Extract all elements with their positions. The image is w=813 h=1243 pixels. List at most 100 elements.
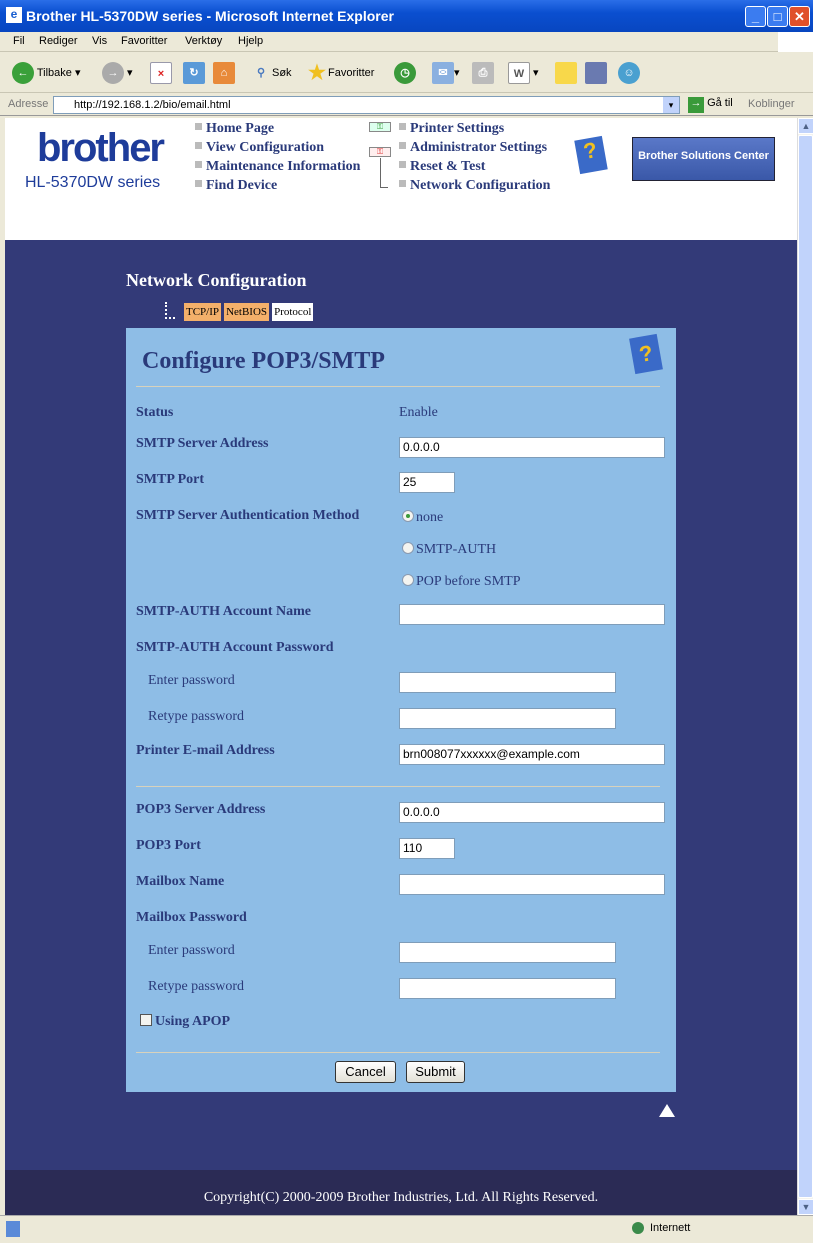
scroll-to-top-icon[interactable] — [659, 1104, 675, 1117]
help-icon[interactable]: ? — [574, 135, 608, 175]
menu-favoritter[interactable]: Favoritter — [121, 35, 167, 47]
radio-selected[interactable] — [402, 510, 414, 522]
email-label: Printer E-mail Address — [136, 743, 275, 758]
nav-printer-settings[interactable]: Printer Settings — [399, 121, 504, 137]
form-title: Configure POP3/SMTP — [142, 348, 385, 374]
minimize-button[interactable]: _ — [745, 6, 766, 27]
stop-icon: × — [150, 62, 172, 85]
home-button[interactable]: ⌂ — [213, 62, 235, 85]
nav-administrator-settings[interactable]: Administrator Settings — [399, 140, 547, 156]
radio[interactable] — [402, 542, 414, 554]
pop3-port-input[interactable]: 110 — [399, 838, 455, 859]
cancel-button[interactable]: Cancel — [335, 1061, 396, 1083]
research-button[interactable] — [585, 62, 607, 85]
go-arrow-icon: → — [688, 97, 704, 113]
address-label: Adresse — [8, 98, 49, 110]
apop-checkbox[interactable] — [140, 1014, 152, 1026]
go-button[interactable]: → Gå til — [688, 97, 733, 113]
model-name: HL-5370DW series — [25, 174, 161, 191]
scroll-up-button[interactable]: ▲ — [798, 118, 813, 134]
print-button[interactable]: ⎙ — [472, 62, 494, 85]
word-icon: W — [508, 62, 530, 85]
address-input[interactable]: http://192.168.1.2/bio/email.html ▾ — [53, 96, 680, 114]
divider — [136, 386, 660, 387]
nav-network-configuration[interactable]: Network Configuration — [399, 178, 550, 194]
solutions-center-banner[interactable]: Brother Solutions Center — [632, 137, 775, 181]
menu-bar: Fil Rediger Vis Favoritter Verktøy Hjelp — [0, 32, 813, 52]
mailbox-retype-password-input[interactable] — [399, 978, 616, 999]
printer-icon: ⎙ — [472, 62, 494, 85]
nav-view-configuration[interactable]: View Configuration — [195, 140, 324, 156]
smtp-server-label: SMTP Server Address — [136, 436, 269, 451]
scroll-down-button[interactable]: ▼ — [798, 1199, 813, 1215]
ie-icon: e — [6, 7, 22, 23]
pop3-server-input[interactable]: 0.0.0.0 — [399, 802, 665, 823]
messenger-icon: ☺ — [618, 62, 640, 85]
maximize-button[interactable]: □ — [767, 6, 788, 27]
globe-icon — [632, 1222, 644, 1234]
help-icon[interactable]: ? — [629, 333, 663, 375]
discuss-button[interactable] — [555, 62, 577, 85]
auth-retype-password-input[interactable] — [399, 708, 616, 729]
auth-radio-smtp-auth[interactable]: SMTP-AUTH — [402, 542, 496, 558]
title-bar: e Brother HL-5370DW series - Microsoft I… — [0, 0, 813, 32]
menu-rediger[interactable]: Rediger — [39, 35, 78, 47]
apop-checkbox-label[interactable]: Using APOP — [140, 1014, 230, 1030]
menu-vis[interactable]: Vis — [92, 35, 107, 47]
submit-button[interactable]: Submit — [406, 1061, 465, 1083]
nav-home-page[interactable]: Home Page — [195, 121, 274, 137]
messenger-button[interactable]: ☺ — [618, 62, 640, 85]
mailbox-enter-password-input[interactable] — [399, 942, 616, 963]
links-button[interactable]: Koblinger — [748, 98, 794, 110]
forward-button[interactable]: → ▾ — [102, 62, 133, 85]
copyright: Copyright(C) 2000-2009 Brother Industrie… — [203, 1190, 599, 1205]
smtp-port-input[interactable]: 25 — [399, 472, 455, 493]
mailbox-name-input[interactable] — [399, 874, 665, 895]
smtp-server-input[interactable]: 0.0.0.0 — [399, 437, 665, 458]
mail-button[interactable]: ✉ ▾ — [432, 62, 460, 85]
tab-tcpip[interactable]: TCP/IP — [184, 303, 222, 321]
star-icon: ★ — [308, 62, 326, 85]
nav-find-device[interactable]: Find Device — [195, 178, 277, 194]
auth-enter-password-input[interactable] — [399, 672, 616, 693]
stop-button[interactable]: × — [150, 62, 172, 85]
scroll-thumb[interactable] — [798, 135, 813, 1198]
tab-netbios[interactable]: NetBIOS — [224, 303, 270, 321]
edit-button[interactable]: W ▾ — [508, 62, 539, 85]
zone-label: Internett — [650, 1222, 691, 1234]
enter-password-label: Enter password — [148, 943, 235, 958]
nav-reset-test[interactable]: Reset & Test — [399, 159, 485, 175]
windows-logo-icon — [778, 32, 813, 52]
history-button[interactable]: ◷ — [394, 62, 416, 85]
smtp-port-label: SMTP Port — [136, 472, 205, 487]
auth-account-label: SMTP-AUTH Account Name — [136, 604, 311, 619]
footer: Copyright(C) 2000-2009 Brother Industrie… — [5, 1170, 797, 1215]
menu-hjelp[interactable]: Hjelp — [238, 35, 263, 47]
close-button[interactable]: ✕ — [789, 6, 810, 27]
auth-radio-pop-before-smtp[interactable]: POP before SMTP — [402, 574, 521, 590]
brother-logo: brother — [37, 126, 165, 170]
pop3-server-label: POP3 Server Address — [136, 802, 266, 817]
radio[interactable] — [402, 574, 414, 586]
menu-verktoy[interactable]: Verktøy — [185, 35, 222, 47]
back-button[interactable]: ← Tilbake ▾ — [12, 62, 81, 85]
status-label: Status — [136, 405, 174, 420]
email-input[interactable]: brn008077xxxxxx@example.com — [399, 744, 665, 765]
search-button[interactable]: ⚲ Søk — [250, 62, 292, 84]
auth-radio-none[interactable]: none — [402, 510, 443, 526]
menu-fil[interactable]: Fil — [13, 35, 25, 47]
vertical-scrollbar[interactable]: ▲ ▼ — [797, 118, 813, 1215]
window-title: Brother HL-5370DW series - Microsoft Int… — [26, 8, 394, 24]
favorites-button[interactable]: ★ Favoritter — [306, 62, 374, 84]
page-content: brother HL-5370DW series Home Page View … — [5, 118, 797, 1215]
toolbar: ← Tilbake ▾ → ▾ × ↻ ⌂ ⚲ Søk ★ Favoritter ◷… — [0, 53, 813, 93]
address-dropdown[interactable]: ▾ — [663, 97, 679, 113]
history-icon: ◷ — [394, 62, 416, 85]
auth-account-input[interactable] — [399, 604, 665, 625]
forward-arrow-icon: → — [102, 62, 124, 85]
nav-maintenance-information[interactable]: Maintenance Information — [195, 159, 360, 175]
sub-tabs: TCP/IP NetBIOS Protocol — [184, 303, 314, 321]
tab-protocol[interactable]: Protocol — [272, 303, 314, 321]
divider — [136, 786, 660, 787]
refresh-button[interactable]: ↻ — [183, 62, 205, 85]
